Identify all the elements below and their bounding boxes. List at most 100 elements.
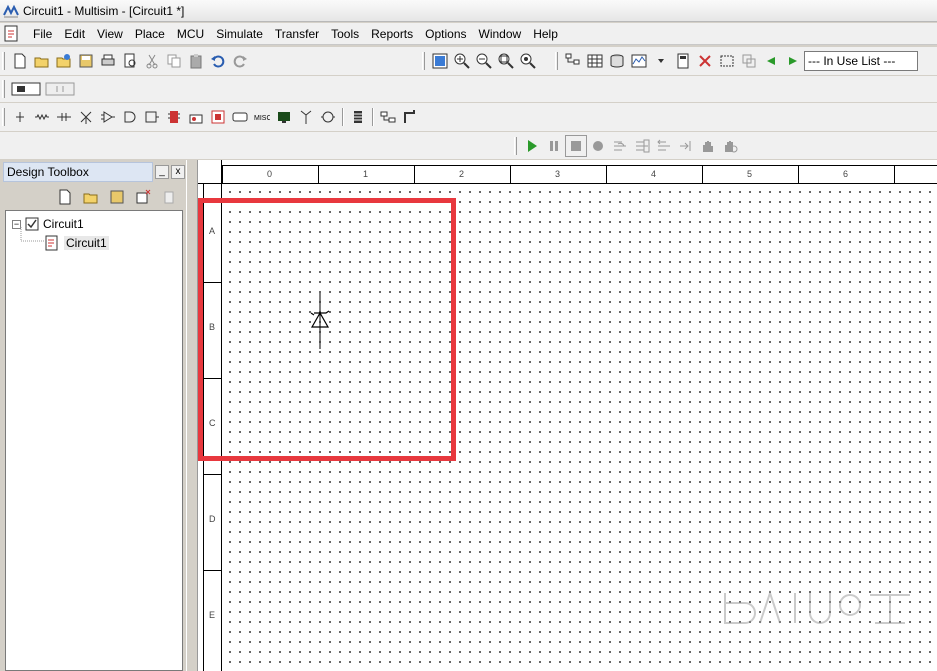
menu-place[interactable]: Place [129,27,171,41]
menu-reports[interactable]: Reports [365,27,419,41]
back-annotate-button[interactable] [760,50,782,72]
place-indicator-button[interactable] [273,106,295,128]
transfer-icon [742,54,756,68]
place-diode-button[interactable] [53,106,75,128]
menu-help[interactable]: Help [527,27,564,41]
calculator-icon [677,53,689,69]
database-manager-button[interactable] [606,50,628,72]
in-use-list-combo[interactable]: --- In Use List --- [804,51,918,71]
run-to-cursor-button[interactable] [675,135,697,157]
menu-edit[interactable]: Edit [58,27,91,41]
place-electromechanical-button[interactable] [317,106,339,128]
redo-button[interactable] [229,50,251,72]
design-toolbox-button[interactable] [562,50,584,72]
cut-button[interactable] [141,50,163,72]
forward-annotate-button[interactable] [782,50,804,72]
wire-icon [404,110,415,123]
place-mcu-button[interactable] [163,106,185,128]
place-ttl-button[interactable] [119,106,141,128]
toolbox-close-file-button[interactable] [132,186,154,208]
menu-view[interactable]: View [91,27,129,41]
place-component-button[interactable] [9,78,43,100]
step-over-button[interactable] [631,135,653,157]
menu-simulate[interactable]: Simulate [210,27,269,41]
tree-item-sheet[interactable]: Circuit1 [44,235,109,251]
open-button[interactable] [31,50,53,72]
zoom-area-button[interactable] [495,50,517,72]
place-advanced-peripherals-button[interactable] [185,106,207,128]
menu-tools[interactable]: Tools [325,27,365,41]
print-preview-button[interactable] [119,50,141,72]
toolbox-new-button[interactable] [54,186,76,208]
spreadsheet-icon [587,54,603,68]
place-misc-digital-button[interactable] [207,106,229,128]
toggle-breakpoint-button[interactable] [697,135,719,157]
postprocessor-button[interactable] [672,50,694,72]
toolbar-grip[interactable] [555,52,558,70]
zoom-fit-button[interactable] [517,50,539,72]
spreadsheet-button[interactable] [584,50,606,72]
ultiboard-transfer-button[interactable] [738,50,760,72]
remove-breakpoints-button[interactable] [719,135,741,157]
toolbox-close-button[interactable]: x [171,165,185,179]
menu-file[interactable]: File [27,27,58,41]
step-into-button[interactable] [609,135,631,157]
place-ladder-button[interactable] [347,106,369,128]
zoom-fit-icon [520,53,536,69]
misc-icon: MISC [254,115,270,122]
stop-simulation-button[interactable] [565,134,587,157]
place-transistor-button[interactable] [75,106,97,128]
place-mixed-button[interactable] [229,106,251,128]
toolbar-grip[interactable] [2,80,5,98]
circuit-document-icon[interactable] [3,25,21,43]
open-folder-icon [34,57,49,68]
copy-button[interactable] [163,50,185,72]
toolbar-grip[interactable] [514,136,517,155]
full-screen-icon [432,53,448,69]
place-rf-button[interactable] [295,106,317,128]
grapher-button[interactable] [628,50,650,72]
components-toolbar-small [0,78,77,100]
toolbox-minimize-button[interactable]: _ [155,165,169,179]
toolbox-delete-button[interactable] [158,186,180,208]
run-to-cursor-icon [680,140,691,151]
toolbar-grip[interactable] [2,108,5,126]
analysis-dropdown-button[interactable] [650,50,672,72]
place-basic-button[interactable] [31,106,53,128]
place-cmos-button[interactable] [141,106,163,128]
pause-simulation-button[interactable] [543,135,565,157]
zoom-in-button[interactable] [451,50,473,72]
toolbar-grip[interactable] [2,52,5,70]
place-hierarchical-block-button[interactable] [377,106,399,128]
menu-options[interactable]: Options [419,27,472,41]
step-out-button[interactable] [653,135,675,157]
full-screen-button[interactable] [429,50,451,72]
toolbox-open-button[interactable] [80,186,102,208]
record-button[interactable] [587,135,609,157]
print-button[interactable] [97,50,119,72]
toolbar-grip[interactable] [422,52,425,70]
design-toolbox-tools [3,184,186,210]
ruler-tick [204,474,221,475]
menu-window[interactable]: Window [473,27,528,41]
menu-transfer[interactable]: Transfer [269,27,325,41]
run-simulation-button[interactable] [521,135,543,157]
zoom-out-button[interactable] [473,50,495,72]
place-wire-button[interactable] [399,106,421,128]
place-analog-button[interactable] [97,106,119,128]
place-misc-button[interactable]: MISC [251,106,273,128]
undo-button[interactable] [207,50,229,72]
save-button[interactable] [75,50,97,72]
panel-splitter[interactable] [186,160,198,671]
place-bus-button[interactable] [43,78,77,100]
region-button[interactable] [716,50,738,72]
paste-button[interactable] [185,50,207,72]
erc-button[interactable] [694,50,716,72]
menu-mcu[interactable]: MCU [171,27,210,41]
place-source-button[interactable] [9,106,31,128]
open-sample-button[interactable] [53,50,75,72]
toolbox-save-button[interactable] [106,186,128,208]
new-button[interactable] [9,50,31,72]
multisim-logo-icon [3,4,19,17]
electromechanical-icon [321,111,335,123]
